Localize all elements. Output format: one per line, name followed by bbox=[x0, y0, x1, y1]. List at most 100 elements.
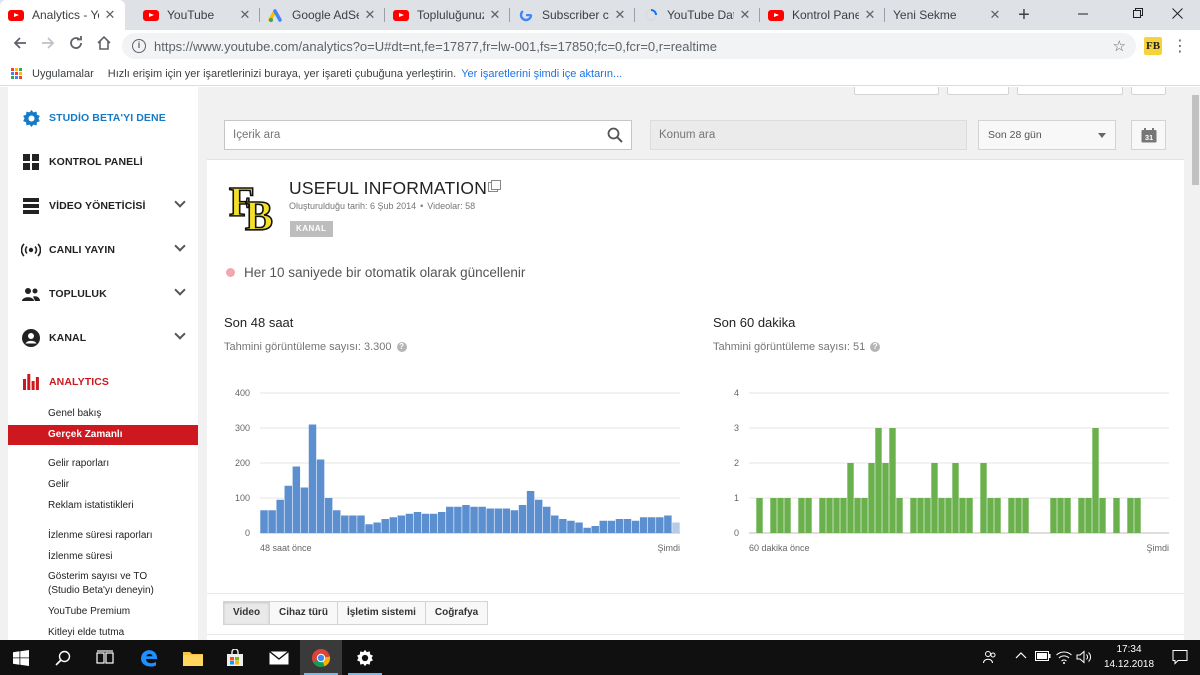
home-icon[interactable] bbox=[92, 34, 116, 58]
tab-geography[interactable]: Coğrafya bbox=[424, 601, 489, 625]
apps-grid-icon[interactable] bbox=[11, 67, 23, 80]
youtube-icon bbox=[768, 9, 784, 21]
browser-tab-community[interactable]: Topluluğunuzu ✕ bbox=[385, 0, 510, 30]
minimize-icon[interactable] bbox=[1060, 0, 1106, 30]
browser-menu-icon[interactable]: ⋮ bbox=[1170, 36, 1190, 56]
close-icon[interactable]: ✕ bbox=[988, 7, 1002, 23]
edge-browser-icon[interactable] bbox=[128, 640, 170, 675]
speaker-icon[interactable] bbox=[1076, 650, 1092, 665]
tab-video[interactable]: Video bbox=[223, 601, 271, 625]
chevron-down-icon[interactable] bbox=[174, 240, 186, 252]
sidebar-sub-overview[interactable]: Genel bakış bbox=[8, 407, 198, 421]
page-scrollbar[interactable] bbox=[1191, 87, 1200, 640]
address-bar[interactable]: i https://www.youtube.com/analytics?o=U#… bbox=[122, 33, 1136, 59]
sidebar-item-channel[interactable]: KANAL bbox=[8, 316, 198, 360]
browser-tab-youtube[interactable]: YouTube ✕ bbox=[135, 0, 260, 30]
sidebar-sub-watch-time[interactable]: İzlenme süresi bbox=[8, 550, 198, 564]
sidebar-sub-impressions[interactable]: Gösterim sayısı ve TO bbox=[8, 570, 198, 584]
google-icon bbox=[518, 8, 534, 22]
browser-tab-youtube-data[interactable]: YouTube Data ✕ bbox=[635, 0, 760, 30]
chevron-down-icon[interactable] bbox=[174, 284, 186, 296]
wifi-icon[interactable] bbox=[1056, 650, 1072, 665]
tab-device-type[interactable]: Cihaz türü bbox=[269, 601, 338, 625]
chevron-up-icon[interactable] bbox=[1014, 650, 1028, 665]
help-icon[interactable]: ? bbox=[870, 342, 881, 352]
close-icon[interactable]: ✕ bbox=[738, 7, 752, 23]
sidebar-sub-ad-stats[interactable]: Reklam istatistikleri bbox=[8, 499, 198, 513]
close-icon[interactable]: ✕ bbox=[488, 7, 502, 23]
bar bbox=[470, 506, 478, 533]
sidebar-sub-revenue-reports[interactable]: Gelir raporları bbox=[8, 457, 198, 471]
y-tick-label: 200 bbox=[235, 458, 250, 468]
back-arrow-icon[interactable] bbox=[8, 34, 32, 58]
bar bbox=[833, 498, 840, 533]
close-icon[interactable]: ✕ bbox=[863, 7, 877, 23]
channel-meta: Oluşturulduğu tarih: 6 Şub 2014 • Videolar… bbox=[289, 201, 475, 211]
sidebar-item-studio-beta[interactable]: STUDİO BETA'YI DENE bbox=[8, 96, 198, 140]
calendar-button[interactable]: 31 bbox=[1131, 120, 1166, 150]
browser-tab-new-tab[interactable]: Yeni Sekme ✕ bbox=[885, 0, 1010, 30]
forward-arrow-icon[interactable] bbox=[36, 34, 60, 58]
apps-link[interactable]: Uygulamalar bbox=[32, 68, 94, 80]
close-icon[interactable]: ✕ bbox=[238, 7, 252, 23]
browser-tab-analytics[interactable]: Analytics - You ✕ bbox=[0, 0, 125, 30]
bar bbox=[1099, 498, 1106, 533]
new-tab-button[interactable]: + bbox=[1013, 4, 1035, 26]
action-center-icon[interactable] bbox=[1172, 649, 1188, 665]
mail-icon[interactable] bbox=[258, 640, 300, 675]
content-search-input[interactable] bbox=[225, 129, 595, 141]
file-explorer-icon[interactable] bbox=[172, 640, 214, 675]
sidebar-item-dashboard[interactable]: KONTROL PANELİ bbox=[8, 140, 198, 184]
window-close-icon[interactable] bbox=[1154, 0, 1200, 30]
y-tick-label: 3 bbox=[734, 423, 739, 433]
close-icon[interactable]: ✕ bbox=[363, 7, 377, 23]
reload-icon[interactable] bbox=[64, 34, 88, 58]
sidebar-item-community[interactable]: TOPLULUK bbox=[8, 272, 198, 316]
bookmark-star-icon[interactable]: ☆ bbox=[1113, 37, 1126, 55]
search-icon[interactable] bbox=[607, 127, 625, 145]
store-icon[interactable] bbox=[214, 640, 256, 675]
date-range-select[interactable]: Son 28 gün bbox=[978, 120, 1116, 150]
help-icon[interactable]: ? bbox=[396, 342, 407, 352]
sidebar-sub-revenue[interactable]: Gelir bbox=[8, 478, 198, 492]
task-view-icon[interactable] bbox=[84, 640, 126, 675]
tab-operating-system[interactable]: İşletim sistemi bbox=[336, 601, 426, 625]
browser-tab-subscriber-count[interactable]: Subscriber cou ✕ bbox=[510, 0, 635, 30]
sidebar-sub-realtime[interactable]: Gerçek Zamanlı bbox=[8, 425, 198, 445]
browser-tab-adsense[interactable]: Google AdSens ✕ bbox=[260, 0, 385, 30]
chevron-down-icon[interactable] bbox=[174, 328, 186, 340]
external-link-icon[interactable] bbox=[488, 180, 501, 192]
bar bbox=[1050, 498, 1057, 533]
y-tick-label: 2 bbox=[734, 458, 739, 468]
import-bookmarks-link[interactable]: Yer işaretlerini şimdi içe aktarın... bbox=[461, 68, 622, 80]
youtube-icon bbox=[393, 9, 409, 21]
sidebar-item-analytics[interactable]: ANALYTICS bbox=[8, 360, 198, 404]
chrome-icon[interactable] bbox=[300, 640, 342, 675]
system-clock[interactable]: 17:34 14.12.2018 bbox=[1101, 642, 1157, 672]
bar bbox=[945, 498, 952, 533]
sidebar-sub-watch-time-reports[interactable]: İzlenme süresi raporları bbox=[8, 529, 198, 543]
people-icon[interactable] bbox=[982, 650, 998, 665]
scrollbar-thumb[interactable] bbox=[1192, 95, 1199, 185]
sidebar-sub-impressions-beta[interactable]: (Studio Beta'yı deneyin) bbox=[8, 584, 198, 598]
battery-icon[interactable] bbox=[1034, 650, 1052, 665]
sidebar-item-live[interactable]: CANLI YAYIN bbox=[8, 228, 198, 272]
bar bbox=[268, 510, 276, 533]
dashboard-icon bbox=[21, 152, 41, 172]
bar bbox=[840, 498, 847, 533]
search-icon[interactable] bbox=[42, 640, 84, 675]
extension-icon[interactable]: FB bbox=[1144, 37, 1162, 55]
close-icon[interactable]: ✕ bbox=[103, 7, 117, 23]
location-search-input[interactable] bbox=[651, 121, 951, 149]
settings-gear-icon[interactable] bbox=[344, 640, 386, 675]
close-icon[interactable]: ✕ bbox=[613, 7, 627, 23]
chevron-down-icon[interactable] bbox=[174, 196, 186, 208]
windows-start-icon[interactable] bbox=[0, 640, 42, 675]
sidebar-sub-audience-retention[interactable]: Kitleyi elde tutma bbox=[8, 626, 198, 640]
tab-title: Topluluğunuzu bbox=[417, 8, 484, 22]
sidebar-sub-youtube-premium[interactable]: YouTube Premium bbox=[8, 605, 198, 619]
bar bbox=[599, 520, 608, 533]
info-icon[interactable]: i bbox=[132, 39, 146, 53]
browser-tab-control-panel[interactable]: Kontrol Paneli ✕ bbox=[760, 0, 885, 30]
sidebar-item-video-manager[interactable]: VİDEO YÖNETİCİSİ bbox=[8, 184, 198, 228]
